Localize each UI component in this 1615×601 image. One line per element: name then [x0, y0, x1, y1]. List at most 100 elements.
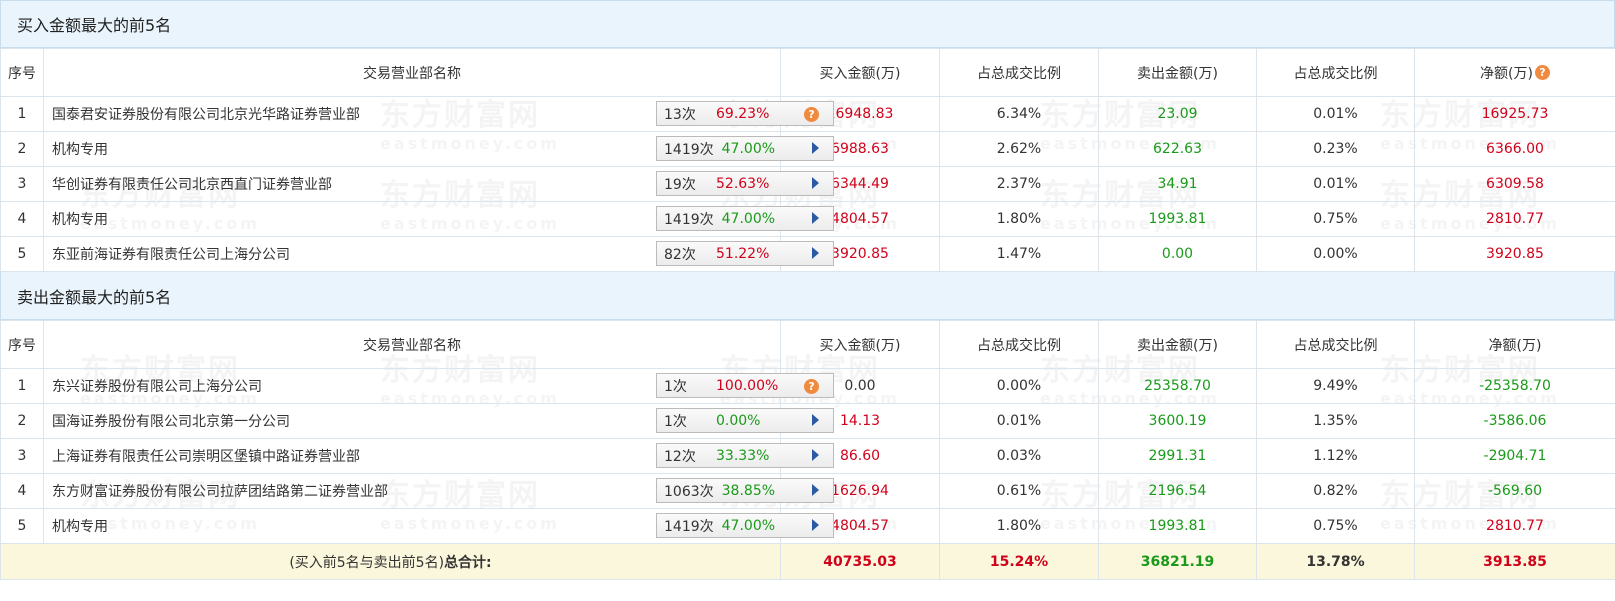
- total-buy-ratio: 15.24%: [939, 543, 1099, 580]
- stats-action[interactable]: [812, 212, 819, 224]
- branch-cell: 国海证券股份有限公司北京第一分公司 1次 0.00%: [43, 403, 834, 439]
- sell-amount: 0.00: [1098, 236, 1257, 272]
- sell-ratio: 0.75%: [1256, 201, 1415, 237]
- branch-stats-box[interactable]: 19次 52.63%: [656, 171, 834, 196]
- sell-ratio: 0.00%: [1256, 236, 1415, 272]
- total-row: (买入前5名与卖出前5名)总合计: 40735.03 15.24% 36821.…: [0, 543, 1615, 580]
- stats-action[interactable]: [812, 484, 819, 496]
- stats-action[interactable]: [812, 414, 819, 426]
- col-buy-ratio: 占总成交比例: [939, 48, 1099, 97]
- branch-cell: 东方财富证券股份有限公司拉萨团结路第二证券营业部 1063次 38.85%: [43, 473, 834, 509]
- buy-ratio: 6.34%: [939, 96, 1099, 132]
- branch-stats-box[interactable]: 82次 51.22%: [656, 241, 834, 266]
- sell-top5-table: 序号 交易营业部名称 买入金额(万) 占总成交比例 卖出金额(万) 占总成交比例…: [0, 320, 1615, 580]
- col-buy-amount: 买入金额(万): [780, 48, 940, 97]
- branch-stats-box[interactable]: 1419次 47.00%: [656, 513, 834, 538]
- win-rate: 47.00%: [721, 517, 776, 534]
- branch-name-link[interactable]: 机构专用: [52, 139, 108, 159]
- table-row: 4 东方财富证券股份有限公司拉萨团结路第二证券营业部 1063次 38.85% 1626…: [0, 473, 1615, 509]
- net-amount: 2810.77: [1414, 508, 1615, 544]
- question-icon[interactable]: ?: [1534, 64, 1550, 80]
- appearance-count: 19次: [664, 176, 696, 193]
- branch-stats-box[interactable]: 12次 33.33%: [656, 443, 834, 468]
- net-amount: 3920.85: [1414, 236, 1615, 272]
- win-rate: 100.00%: [716, 377, 779, 394]
- play-arrow-icon[interactable]: [812, 177, 819, 189]
- sell-amount: 34.91: [1098, 166, 1257, 202]
- net-amount: 6309.58: [1414, 166, 1615, 202]
- table-row: 1 国泰君安证券股份有限公司北京光华路证券营业部 13次 69.23%? 16948.8…: [0, 96, 1615, 132]
- branch-name-link[interactable]: 国泰君安证券股份有限公司北京光华路证券营业部: [52, 104, 360, 124]
- branch-name-link[interactable]: 华创证券有限责任公司北京西直门证券营业部: [52, 174, 332, 194]
- buy-ratio: 0.00%: [939, 368, 1099, 404]
- question-icon[interactable]: ?: [804, 107, 819, 122]
- col-sell-amount: 卖出金额(万): [1098, 48, 1257, 97]
- stats-action[interactable]: [812, 247, 819, 259]
- branch-name-link[interactable]: 机构专用: [52, 516, 108, 536]
- total-label-bold: 总合计:: [444, 554, 492, 571]
- net-amount: -2904.71: [1414, 438, 1615, 474]
- row-index: 2: [0, 131, 44, 167]
- stats-action[interactable]: [812, 449, 819, 461]
- table-row: 5 东亚前海证券有限责任公司上海分公司 82次 51.22% 3920.85 1.47% 0…: [0, 236, 1615, 272]
- sell-amount: 23.09: [1098, 96, 1257, 132]
- stats-action[interactable]: [812, 519, 819, 531]
- play-arrow-icon[interactable]: [812, 449, 819, 461]
- branch-name-link[interactable]: 东兴证券股份有限公司上海分公司: [52, 376, 262, 396]
- branch-cell: 东亚前海证券有限责任公司上海分公司 82次 51.22%: [43, 236, 834, 272]
- branch-cell: 上海证券有限责任公司崇明区堡镇中路证券营业部 12次 33.33%: [43, 438, 834, 474]
- col-branch-name: 交易营业部名称: [43, 48, 781, 97]
- branch-name-link[interactable]: 东亚前海证券有限责任公司上海分公司: [52, 244, 290, 264]
- stats-action[interactable]: ?: [804, 379, 819, 394]
- play-arrow-icon[interactable]: [812, 484, 819, 496]
- branch-cell: 机构专用 1419次 47.00%: [43, 131, 834, 167]
- branch-stats-box[interactable]: 1次 0.00%: [656, 408, 834, 433]
- appearance-count: 1419次: [664, 141, 714, 158]
- row-index: 4: [0, 201, 44, 237]
- win-rate: 52.63%: [716, 175, 770, 192]
- buy-ratio: 0.01%: [939, 403, 1099, 439]
- branch-stats-box[interactable]: 1次 100.00%?: [656, 373, 834, 398]
- stats-action[interactable]: ?: [804, 107, 819, 122]
- buy-ratio: 2.37%: [939, 166, 1099, 202]
- play-arrow-icon[interactable]: [812, 247, 819, 259]
- appearance-count: 1次: [664, 378, 687, 395]
- branch-stats-box[interactable]: 13次 69.23%?: [656, 101, 834, 126]
- branch-stats-box[interactable]: 1419次 47.00%: [656, 206, 834, 231]
- play-arrow-icon[interactable]: [812, 519, 819, 531]
- lhb-container: 买入金额最大的前5名 序号 交易营业部名称 买入金额(万) 占总成交比例 卖出金…: [0, 0, 1615, 580]
- col-net-amount: 净额(万)?: [1414, 48, 1615, 97]
- row-index: 2: [0, 403, 44, 439]
- buy-ratio: 0.03%: [939, 438, 1099, 474]
- appearance-count: 1063次: [664, 483, 714, 500]
- buy-table-header: 序号 交易营业部名称 买入金额(万) 占总成交比例 卖出金额(万) 占总成交比例…: [0, 48, 1615, 97]
- table-row: 5 机构专用 1419次 47.00% 4804.57 1.80% 1993.81 0.75%…: [0, 508, 1615, 544]
- table-row: 2 机构专用 1419次 47.00% 6988.63 2.62% 622.63 0.23% 6…: [0, 131, 1615, 167]
- table-row: 4 机构专用 1419次 47.00% 4804.57 1.80% 1993.81 0.75%…: [0, 201, 1615, 237]
- total-sell-ratio: 13.78%: [1256, 543, 1415, 580]
- branch-name-link[interactable]: 机构专用: [52, 209, 108, 229]
- branch-stats-box[interactable]: 1419次 47.00%: [656, 136, 834, 161]
- buy-section-title: 买入金额最大的前5名: [0, 0, 1615, 48]
- stats-action[interactable]: [812, 177, 819, 189]
- table-row: 3 华创证券有限责任公司北京西直门证券营业部 19次 52.63% 6344.49 2.3…: [0, 166, 1615, 202]
- buy-top5-table: 序号 交易营业部名称 买入金额(万) 占总成交比例 卖出金额(万) 占总成交比例…: [0, 48, 1615, 272]
- sell-section-title: 卖出金额最大的前5名: [0, 272, 1615, 320]
- branch-stats-box[interactable]: 1063次 38.85%: [656, 478, 834, 503]
- sell-amount: 1993.81: [1098, 508, 1257, 544]
- appearance-count: 1419次: [664, 211, 714, 228]
- buy-ratio: 2.62%: [939, 131, 1099, 167]
- play-arrow-icon[interactable]: [812, 414, 819, 426]
- stats-action[interactable]: [812, 142, 819, 154]
- sell-amount: 2196.54: [1098, 473, 1257, 509]
- play-arrow-icon[interactable]: [812, 212, 819, 224]
- row-index: 1: [0, 96, 44, 132]
- branch-name-link[interactable]: 东方财富证券股份有限公司拉萨团结路第二证券营业部: [52, 481, 388, 501]
- sell-amount: 3600.19: [1098, 403, 1257, 439]
- branch-name-link[interactable]: 国海证券股份有限公司北京第一分公司: [52, 411, 290, 431]
- play-arrow-icon[interactable]: [812, 142, 819, 154]
- branch-cell: 华创证券有限责任公司北京西直门证券营业部 19次 52.63%: [43, 166, 834, 202]
- question-icon[interactable]: ?: [804, 379, 819, 394]
- branch-name-link[interactable]: 上海证券有限责任公司崇明区堡镇中路证券营业部: [52, 446, 360, 466]
- buy-ratio: 0.61%: [939, 473, 1099, 509]
